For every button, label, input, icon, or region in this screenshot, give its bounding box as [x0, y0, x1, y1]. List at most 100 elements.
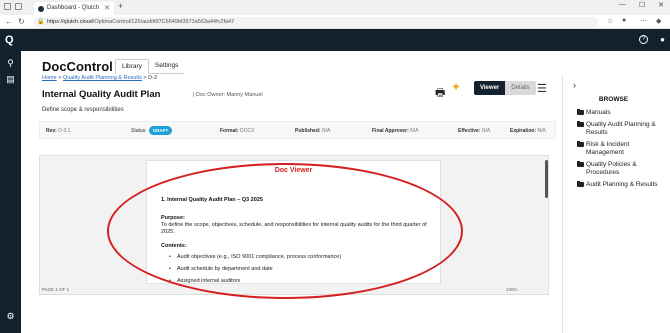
folder-icon [577, 120, 584, 127]
hamburger-icon[interactable]: ☰ [537, 82, 547, 95]
status-badge: DRAFT [149, 126, 173, 135]
window-controls: — ☐ ✕ [619, 1, 664, 9]
user-icon[interactable]: ● [660, 35, 665, 44]
format-field: Format: DOCX [220, 128, 254, 134]
browser-tab-title: Dashboard - Qlutch [47, 5, 100, 11]
viewer-button[interactable]: Viewer [474, 81, 506, 95]
published-value: N/A [321, 128, 331, 134]
doc-owner: | Doc Owner: Manny Manuel [193, 92, 263, 98]
app-header: Q ? ● [0, 29, 670, 51]
extensions-icon[interactable]: ⋯ [640, 17, 647, 25]
favorites-icon[interactable]: ☆ [607, 17, 613, 25]
expiration-label: Expiration: [510, 128, 537, 134]
top-tabs: Library Settings [115, 59, 185, 74]
approver-value: N/A [410, 128, 419, 134]
browse-title: BROWSE [598, 96, 629, 103]
refresh-icon[interactable]: ↻ [18, 17, 25, 26]
page-title: Internal Quality Audit Plan [42, 89, 161, 100]
breadcrumb-home[interactable]: Home [42, 75, 57, 81]
sitemap-icon[interactable]: ⚲ [5, 58, 16, 69]
browse-item-risk[interactable]: Risk & Incident Management [577, 140, 663, 157]
list-item: Audit schedule by department and date [169, 266, 273, 272]
breadcrumb: Home > Quality Audit Planning & Results … [42, 75, 157, 81]
print-icon[interactable]: 🖶 [435, 84, 445, 103]
app-logo[interactable]: Q [5, 34, 14, 46]
tab-actions-icon[interactable] [15, 3, 22, 10]
contents-label: Contents: [161, 243, 187, 249]
approver-field: Final Approver: N/A [372, 128, 419, 134]
left-rail: ⚲ ▤ ⚙ [0, 51, 21, 333]
effective-label: Effective: [458, 128, 481, 134]
favicon-icon [38, 6, 44, 12]
browse-item-policies[interactable]: Quality Policies & Procedures [577, 160, 663, 177]
ai-sparkle-icon[interactable]: ✦ [451, 80, 461, 94]
browse-item-audit-planning[interactable]: Audit Planning & Results [577, 180, 663, 189]
settings-icon[interactable]: ⚙ [5, 311, 16, 322]
browse-panel: › BROWSE Manuals Quality Audit Planning … [562, 75, 664, 333]
address-bar: ← ↻ 🔒 https://qlutch.cloud/OptimaControl… [0, 15, 670, 29]
folder-icon [577, 140, 584, 147]
copilot-icon[interactable]: ◆ [656, 17, 661, 25]
window-buttons [4, 3, 22, 10]
folder-icon [577, 180, 584, 187]
effective-field: Effective: N/A [458, 128, 490, 134]
close-tab-icon[interactable]: ✕ [104, 2, 110, 15]
format-label: Format: [220, 128, 239, 134]
browse-item-label: Quality Audit Planning & Results [586, 121, 656, 136]
purpose-text: To define the scope, objectives, schedul… [161, 222, 427, 235]
main-content: DocControl Library Settings Home > Quali… [21, 51, 561, 333]
maximize-icon[interactable]: ☐ [639, 1, 645, 9]
effective-value: N/A [481, 128, 491, 134]
profile-icon[interactable]: ● [622, 17, 626, 24]
browse-item-label: Risk & Incident Management [586, 141, 630, 156]
chevron-right-icon[interactable]: › [573, 80, 576, 90]
doc-subtitle: Define scope & responsibilities [42, 107, 124, 113]
browse-item-label: Manuals [586, 109, 611, 116]
doc-viewer[interactable]: Doc Viewer 1. Internal Quality Audit Pla… [39, 155, 549, 295]
viewer-scrollbar[interactable] [545, 160, 548, 198]
zoom-level: 100% [506, 287, 518, 292]
metadata-bar: Rev: D-3.1 Status: DRAFT Format: DOCX Pu… [39, 121, 556, 139]
viewer-title: Doc Viewer [274, 167, 313, 174]
rev-field: Rev: D-3.1 [46, 128, 70, 134]
browse-item-label: Quality Policies & Procedures [586, 161, 637, 176]
page-indicator: PAGE 1 OF 1 [42, 287, 70, 292]
browse-list: Manuals Quality Audit Planning & Results… [577, 108, 663, 193]
list-item: Assigned internal auditors [169, 278, 240, 284]
browser-tab[interactable]: Dashboard - Qlutch ✕ [34, 2, 114, 15]
breadcrumb-current: D-3 [148, 75, 157, 81]
details-button[interactable]: Details [505, 81, 536, 95]
expiration-field: Expiration: N/A [510, 128, 546, 134]
viewer-page: Doc Viewer 1. Internal Quality Audit Pla… [146, 160, 441, 284]
browser-tabbar: Dashboard - Qlutch ✕ + — ☐ ✕ [0, 0, 670, 15]
back-icon[interactable]: ← [5, 17, 13, 26]
folder-icon [577, 160, 584, 167]
tab-settings[interactable]: Settings [149, 59, 185, 73]
purpose-label: Purpose: [161, 215, 185, 221]
approver-label: Final Approver: [372, 128, 409, 134]
rev-label: Rev: [46, 128, 57, 134]
app-title: DocControl [42, 59, 113, 74]
published-label: Published: [295, 128, 321, 134]
url-path: /OptimaControl/125/audit6f7C6649bf3573a5… [92, 19, 235, 25]
help-icon[interactable]: ? [639, 35, 648, 44]
status-label: Status: [131, 128, 147, 134]
minimize-icon[interactable]: — [619, 1, 626, 9]
folder-icon [577, 108, 584, 115]
new-tab-icon[interactable]: + [118, 1, 123, 11]
expiration-value: N/A [537, 128, 546, 134]
tab-library[interactable]: Library [115, 59, 149, 74]
breadcrumb-section[interactable]: Quality Audit Planning & Results [63, 75, 142, 81]
view-toggle: Viewer Details [474, 81, 536, 95]
browse-item-manuals[interactable]: Manuals [577, 108, 663, 117]
lock-icon[interactable]: 🔒 [37, 17, 44, 28]
url-domain: https://qlutch.cloud [47, 19, 93, 25]
documents-icon[interactable]: ▤ [5, 74, 16, 85]
url-input[interactable]: 🔒 https://qlutch.cloud/OptimaControl/125… [33, 17, 598, 28]
list-item: Audit objectives (e.g., ISO 9001 complia… [169, 254, 341, 260]
workspaces-icon[interactable] [4, 3, 11, 10]
browse-item-quality-audit[interactable]: Quality Audit Planning & Results [577, 120, 663, 137]
close-window-icon[interactable]: ✕ [658, 1, 664, 9]
rev-value: D-3.1 [58, 128, 71, 134]
published-field: Published: N/A [295, 128, 330, 134]
